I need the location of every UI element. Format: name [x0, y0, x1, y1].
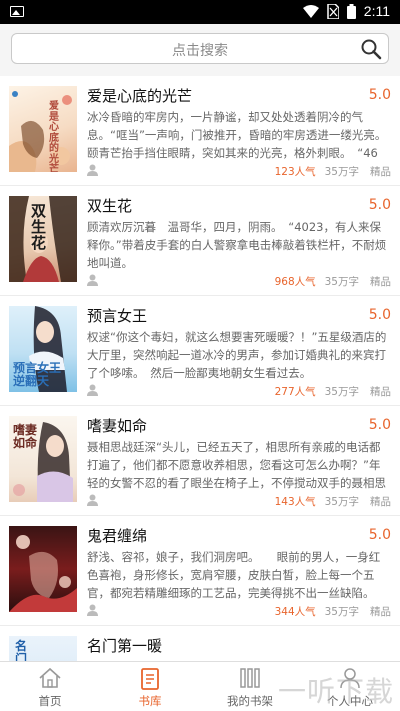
status-bar: 2:11: [0, 0, 400, 24]
book-title[interactable]: 预言女王: [87, 305, 147, 326]
tab-label: 书库: [138, 694, 162, 708]
book-cover[interactable]: 爱是心底的光芒: [9, 86, 77, 172]
book-description: 聂相思战廷深“头儿，已经五天了，相思所有亲戚的电话都打遍了，他们都不愿意收养相思…: [87, 440, 386, 490]
home-icon: [39, 667, 61, 688]
gallery-notification-icon: [10, 6, 24, 17]
book-title[interactable]: 爱是心底的光芒: [87, 85, 192, 106]
search-input[interactable]: 点击搜索: [11, 33, 389, 64]
book-description: 权逑“你这个毒妇，就这么想要害死暖暖？！”五星级酒店的大厅里，突然响起一道冰冷的…: [87, 330, 387, 380]
tag: 精品: [370, 606, 391, 618]
wifi-icon: [302, 4, 319, 18]
book-meta: 123人气 35万字 精品: [87, 164, 391, 178]
bookshelf-icon: [240, 668, 260, 688]
book-cover[interactable]: [9, 526, 77, 612]
search-icon[interactable]: [360, 38, 382, 60]
book-meta: 277人气 35万字 精品: [87, 384, 391, 398]
word-count: 35万字: [324, 276, 359, 288]
book-item[interactable]: 嗜妻如命 嗜妻如命 5.0 聂相思战廷深“头儿，已经五天了，相思所有亲戚的电话都…: [0, 406, 400, 516]
cover-title: 预言女王 逆翻天: [13, 361, 74, 388]
book-item[interactable]: 爱是心底的光芒 爱是心底的光芒 5.0 冰冷昏暗的牢房内，一片静谧，却又处处透着…: [0, 76, 400, 186]
book-title[interactable]: 嗜妻如命: [87, 415, 147, 436]
book-score: 5.0: [368, 307, 391, 323]
book-description: 舒浅、容祁，娘子，我们洞房吧。 眼前的男人，一身红色喜袍，身形修长，宽肩窄腰，皮…: [87, 550, 381, 600]
no-sim-icon: [327, 3, 339, 19]
book-cover[interactable]: 预言女王 逆翻天: [9, 306, 77, 392]
popularity: 968人气: [274, 276, 316, 288]
tag: 精品: [370, 276, 391, 288]
popularity: 344人气: [274, 606, 316, 618]
book-title[interactable]: 鬼君缠绵: [87, 525, 147, 546]
cover-title: 嗜妻如命: [13, 423, 38, 450]
author-icon: [87, 274, 98, 286]
library-icon: [141, 668, 159, 690]
author-icon: [87, 494, 98, 506]
book-score: 5.0: [368, 87, 391, 103]
author-icon: [87, 164, 98, 176]
search-placeholder: 点击搜索: [172, 43, 228, 59]
popularity: 277人气: [274, 386, 316, 398]
tag: 精品: [370, 386, 391, 398]
tab-home[interactable]: 首页: [0, 662, 100, 711]
book-title[interactable]: 名门第一暖: [87, 635, 162, 656]
author-icon: [87, 604, 98, 616]
popularity: 143人气: [274, 496, 316, 508]
book-meta: 968人气 35万字 精品: [87, 274, 391, 288]
tab-library[interactable]: 书库: [100, 662, 200, 711]
book-item[interactable]: 鬼君缠绵 5.0 舒浅、容祁，娘子，我们洞房吧。 眼前的男人，一身红色喜袍，身形…: [0, 516, 400, 626]
word-count: 35万字: [324, 386, 359, 398]
tag: 精品: [370, 166, 391, 178]
author-icon: [87, 384, 98, 396]
cover-title: 双生花: [31, 202, 47, 252]
book-title[interactable]: 双生花: [87, 195, 132, 216]
book-cover[interactable]: 嗜妻如命: [9, 416, 77, 502]
word-count: 35万字: [324, 606, 359, 618]
tab-label: 首页: [38, 694, 62, 708]
book-list[interactable]: 爱是心底的光芒 爱是心底的光芒 5.0 冰冷昏暗的牢房内，一片静谧，却又处处透着…: [0, 76, 400, 661]
book-item[interactable]: 预言女王 逆翻天 预言女王 5.0 权逑“你这个毒妇，就这么想要害死暖暖？！”五…: [0, 296, 400, 406]
tag: 精品: [370, 496, 391, 508]
watermark-logo: 一听下载: [277, 675, 394, 708]
book-meta: 344人气 35万字 精品: [87, 604, 391, 618]
book-cover[interactable]: 双生花: [9, 196, 77, 282]
book-item[interactable]: 双生花 双生花 5.0 顾清欢厉沉暮 温哥华，四月，阴雨。 “4023，有人来保…: [0, 186, 400, 296]
book-meta: 143人气 35万字 精品: [87, 494, 391, 508]
book-score: 5.0: [368, 197, 391, 213]
battery-icon: [346, 3, 356, 19]
search-bar-area: 点击搜索: [0, 24, 400, 76]
word-count: 35万字: [324, 496, 359, 508]
book-item[interactable]: 名门 名门第一暖: [0, 626, 400, 661]
book-description: 冰冷昏暗的牢房内，一片静谧，却又处处透着阴冷的气息。“哐当”一声响，门被推开，昏…: [87, 110, 387, 160]
book-description: 顾清欢厉沉暮 温哥华，四月，阴雨。 “4023，有人来保释你。”带着皮手套的白人…: [87, 220, 387, 270]
book-score: 5.0: [368, 417, 391, 433]
book-score: 5.0: [368, 527, 391, 543]
cover-title: 爱是心底的光芒: [49, 101, 59, 172]
word-count: 35万字: [324, 166, 359, 178]
popularity: 123人气: [274, 166, 316, 178]
clock: 2:11: [363, 3, 390, 19]
cover-title: 名门: [15, 639, 28, 661]
book-cover[interactable]: 名门: [9, 636, 77, 661]
